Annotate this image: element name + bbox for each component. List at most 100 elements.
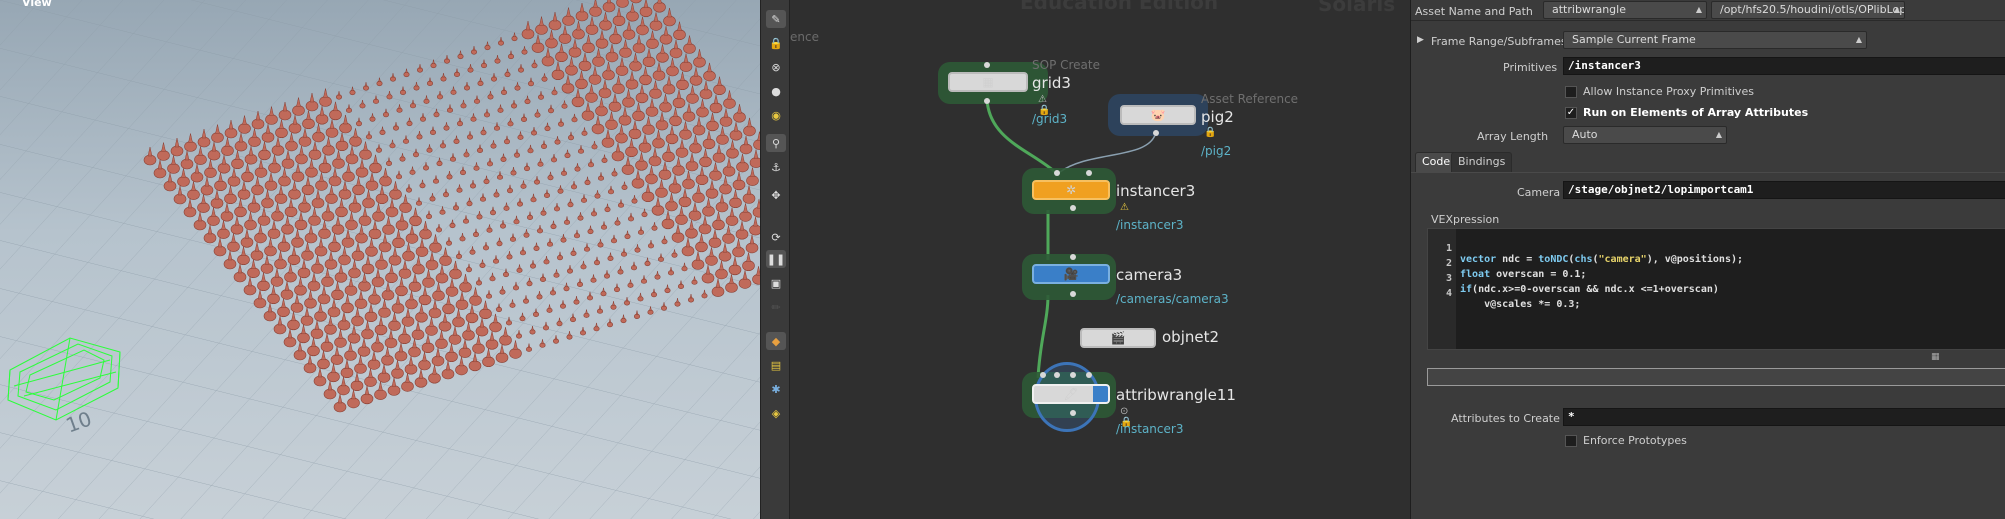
node-output-dot[interactable] [1153, 130, 1159, 136]
pig-instance [330, 354, 344, 365]
allow-instance-proxy-checkbox[interactable] [1565, 86, 1577, 98]
pig-instance [318, 162, 332, 174]
snap-icon[interactable]: ◉ [766, 106, 786, 124]
pig-instance [291, 237, 304, 248]
node-output-dot[interactable] [1070, 205, 1076, 211]
select-icon[interactable]: ✎ [766, 10, 786, 28]
node-input-dot[interactable] [1070, 254, 1076, 260]
grid-icon: ▦ [948, 72, 1028, 92]
run-on-elements-checkbox[interactable]: ✓ [1565, 107, 1577, 119]
pig-instance [275, 127, 288, 138]
code-text: v@scales *= 0.3; [1460, 299, 1581, 310]
pig-instance [702, 205, 715, 217]
pig-instance [378, 241, 392, 253]
transform-icon[interactable]: ⟳ [766, 228, 786, 246]
pig-instance [645, 173, 658, 185]
pig-instance [414, 376, 428, 388]
instancer-icon: ✲ [1032, 180, 1110, 200]
pig-instance [448, 334, 462, 345]
editor-horizontal-bar[interactable] [1427, 368, 2005, 386]
render-icon[interactable]: ▤ [766, 356, 786, 374]
network-editor[interactable]: ence Education Edition Solaris ▦ SOP Cre… [790, 0, 1410, 519]
node-input-dot[interactable] [1086, 372, 1092, 378]
pig-instance [337, 384, 350, 396]
scene-viewport[interactable]: View 10 [0, 0, 760, 519]
pig-instance [608, 101, 622, 112]
pig-instance [698, 223, 712, 235]
node-output-dot[interactable] [1070, 410, 1076, 416]
pig-instance [695, 174, 709, 185]
pig-instance [231, 158, 244, 169]
node-output-dot[interactable] [984, 98, 990, 104]
node-input-dot[interactable] [984, 62, 990, 68]
magnet-icon[interactable]: ⚲ [766, 134, 786, 152]
pig-instance [489, 321, 502, 333]
camera-icon[interactable]: ▣ [766, 274, 786, 292]
node-input-dot[interactable] [1054, 372, 1060, 378]
sphere-icon[interactable]: ● [766, 82, 786, 100]
pig-instance [605, 51, 619, 63]
pause-icon[interactable]: ❚❚ [766, 250, 786, 268]
pig-instance [649, 88, 662, 99]
pig-instance [328, 175, 342, 187]
pig-instance [395, 219, 409, 231]
pig-instance [585, 24, 599, 35]
pig-instance [292, 105, 305, 116]
pig-instance [418, 294, 432, 306]
handle-icon[interactable]: ⊗ [766, 58, 786, 76]
pig-instance [352, 184, 365, 196]
array-length-label: Array Length [1477, 130, 1549, 143]
pig-instance [173, 193, 187, 205]
node-path: /instancer3 [1116, 422, 1184, 436]
camera-field[interactable]: /stage/objnet2/lopimportcam1 [1563, 181, 2005, 199]
light-icon[interactable]: ✱ [766, 380, 786, 398]
pig-instance [237, 189, 251, 200]
pig-instance [297, 267, 311, 279]
display-icon[interactable]: ◆ [766, 332, 786, 350]
pig-instance [561, 82, 575, 94]
pig-instance [688, 210, 702, 221]
pig-instance [672, 165, 685, 176]
node-input-dot[interactable] [1054, 170, 1060, 176]
viewport-toolbar: ✎ 🔒 ⊗ ● ◉ ⚲ ⚓ ✥ ⟳ ❚❚ ▣ ✏ ◆ ▤ ✱ ◈ [760, 0, 790, 519]
pig-instance [639, 6, 653, 17]
primitives-field[interactable]: /instancer3 [1563, 57, 2005, 75]
tab-bindings[interactable]: Bindings [1451, 152, 1513, 172]
enforce-prototypes-checkbox[interactable] [1565, 435, 1577, 447]
brush-icon[interactable]: ✏ [766, 298, 786, 316]
frame-range-dropdown[interactable]: Sample Current Frame ▲▼ [1563, 31, 1867, 49]
pig-instance [375, 193, 389, 204]
pig-instance [237, 254, 250, 266]
lock-icon[interactable]: 🔒 [766, 34, 786, 52]
pig-instance [360, 393, 374, 405]
node-output-dot[interactable] [1070, 291, 1076, 297]
disclosure-triangle-icon[interactable]: ▶ [1417, 35, 1424, 45]
pig-instance [611, 150, 625, 162]
pig-instance [331, 224, 345, 235]
array-length-dropdown[interactable]: Auto ▲▼ [1563, 126, 1727, 144]
constraint-icon[interactable]: ⚓ [766, 158, 786, 176]
pig-instance [455, 364, 468, 376]
pig-instance [355, 166, 369, 178]
pig-instance [629, 60, 642, 72]
shading-icon[interactable]: ◈ [766, 404, 786, 422]
node-input-dot[interactable] [1040, 372, 1046, 378]
asset-name-dropdown[interactable]: attribwrangle ▲▼ [1543, 1, 1707, 19]
pig-instance [402, 250, 415, 262]
resize-grip-icon[interactable]: ▦ [1931, 352, 1940, 362]
attributes-to-create-field[interactable]: * [1563, 408, 2005, 426]
pig-instance [287, 319, 300, 331]
pig-instance [632, 110, 645, 122]
pose-icon[interactable]: ✥ [766, 186, 786, 204]
pig-instance [274, 193, 288, 204]
node-input-dot[interactable] [1070, 372, 1076, 378]
asset-name-label: Asset Name and Path [1415, 5, 1533, 18]
pig-instance [582, 42, 595, 54]
node-input-dot[interactable] [1086, 170, 1092, 176]
pig-instance [612, 15, 626, 27]
pig-instance [250, 250, 264, 261]
pig-instance [485, 338, 499, 350]
vex-code-editor[interactable]: 1 vector ndc = toNDC(chs("camera"), v@po… [1427, 228, 2005, 350]
asset-path-dropdown[interactable]: /opt/hfs20.5/houdini/otls/OPlibLop.hda▲▼ [1711, 1, 1905, 19]
pig-instance [642, 124, 655, 135]
